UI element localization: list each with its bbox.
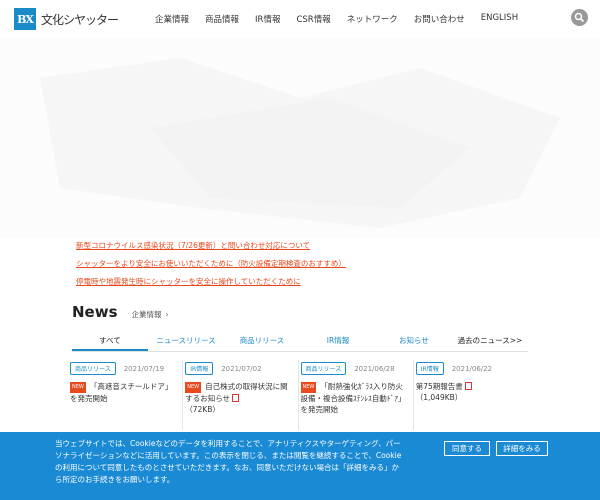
news-title: News [72, 303, 118, 321]
nav-item-network[interactable]: ネットワーク [347, 13, 398, 25]
tab-news-release[interactable]: ニュースリリース [148, 332, 224, 351]
news-date: 2021/07/02 [221, 364, 262, 373]
tab-past-news[interactable]: 過去のニュース>> [452, 332, 528, 351]
category-badge: IR情報 [415, 362, 444, 375]
pdf-icon [464, 382, 472, 390]
nav-item-ir[interactable]: IR情報 [255, 13, 280, 25]
nav-item-products[interactable]: 商品情報 [205, 13, 239, 25]
news-date: 2021/06/28 [354, 364, 395, 373]
category-badge: IR情報 [185, 362, 214, 375]
logo-mark: BX [14, 8, 36, 30]
global-nav: 企業情報 商品情報 IR情報 CSR情報 ネットワーク お問い合わせ ENGLI… [155, 13, 534, 25]
tab-product-release[interactable]: 商品リリース [224, 332, 300, 351]
news-text: 第75期報告書 [415, 382, 463, 391]
news-card[interactable]: IR情報 2021/07/02 NEW 自己株式の取得状況に関するお知らせ （72… [183, 360, 299, 430]
tab-ir[interactable]: IR情報 [300, 332, 376, 351]
news-card[interactable]: 商品リリース 2021/06/28 NEW 「耐熱強化ｶﾞﾗｽ入り防火設備・複合設… [299, 360, 414, 430]
details-button[interactable]: 詳細をみる [496, 441, 548, 456]
company-info-label: 企業情報 [131, 310, 162, 319]
nav-item-english[interactable]: ENGLISH [481, 13, 518, 25]
news-card[interactable]: IR情報 2021/06/22 第75期報告書 （1,049KB） [414, 360, 528, 430]
news-card[interactable]: 商品リリース 2021/07/19 NEW 「高遮音スチールドア」を発売開始 [68, 360, 184, 430]
hero-image [0, 38, 600, 238]
new-badge: NEW [185, 382, 202, 393]
news-date: 2021/07/19 [123, 364, 165, 373]
agree-button[interactable]: 同意する [444, 441, 490, 456]
chevron-right-icon: › [165, 310, 169, 319]
logo[interactable]: BX 文化シヤッター [14, 8, 119, 30]
nav-item-contact[interactable]: お問い合わせ [414, 13, 465, 25]
pdf-icon [232, 394, 240, 402]
news-tabs: すべて ニュースリリース 商品リリース IR情報 お知らせ 過去のニュース>> [72, 332, 528, 352]
logo-text: 文化シヤッター [41, 12, 119, 27]
file-size: （72KB） [185, 405, 220, 414]
cookie-banner: 当ウェブサイトでは、Cookieなどのデータを利用することで、アナリティクスやタ… [0, 432, 600, 500]
notice-link-safety[interactable]: シャッターをより安全にお使いいただくために（防火設備定期検査のおすすめ） [76, 258, 346, 269]
category-badge: 商品リリース [70, 362, 116, 375]
notice-link-covid[interactable]: 新型コロナウイルス感染状況（7/26更新）と問い合わせ対応について [76, 240, 346, 251]
search-button[interactable] [571, 9, 588, 26]
tab-all[interactable]: すべて [72, 332, 148, 351]
file-size: （1,049KB） [415, 393, 463, 402]
new-badge: NEW [300, 382, 317, 393]
company-info-link[interactable]: 企業情報 › [132, 309, 169, 320]
category-badge: 商品リリース [300, 362, 347, 375]
nav-item-company[interactable]: 企業情報 [155, 13, 189, 25]
notice-list: 新型コロナウイルス感染状況（7/26更新）と問い合わせ対応について シャッターを… [76, 240, 346, 294]
news-cards: 商品リリース 2021/07/19 NEW 「高遮音スチールドア」を発売開始 IR… [68, 360, 528, 430]
new-badge: NEW [70, 382, 86, 393]
notice-link-outage[interactable]: 停電時や地震発生時にシャッターを安全に操作していただくために [76, 276, 346, 287]
tab-notice[interactable]: お知らせ [376, 332, 452, 351]
nav-item-csr[interactable]: CSR情報 [296, 13, 330, 25]
site-header: BX 文化シヤッター 企業情報 商品情報 IR情報 CSR情報 ネットワーク お… [0, 0, 600, 38]
cookie-text: 当ウェブサイトでは、Cookieなどのデータを利用することで、アナリティクスやタ… [55, 439, 402, 484]
search-icon [574, 12, 585, 23]
news-date: 2021/06/22 [451, 364, 493, 373]
news-header: News 企業情報 › [72, 303, 169, 321]
